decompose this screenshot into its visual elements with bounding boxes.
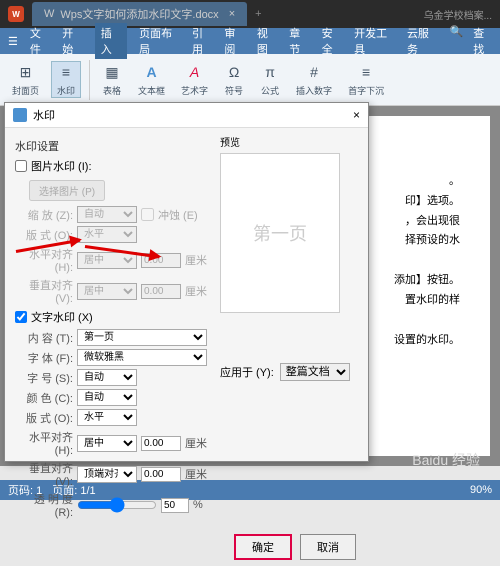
valign-select: 居中 (77, 283, 137, 300)
valign-offset (141, 284, 181, 299)
word-icon: W (44, 8, 54, 20)
color-select[interactable]: 自动 (77, 389, 137, 406)
menubar: ☰ 文件 开始 插入 页面布局 引用 审阅 视图 章节 安全 开发工具 云服务 … (0, 28, 500, 54)
layout-select: 水平 (77, 226, 137, 243)
tool-symbol[interactable]: Ω符号 (220, 62, 248, 97)
number-icon: # (304, 62, 324, 82)
apply-select[interactable]: 整篇文档 (280, 363, 350, 381)
tool-number[interactable]: #插入数字 (292, 62, 336, 97)
tool-watermark[interactable]: ≡水印 (51, 61, 81, 98)
pic-watermark-checkbox[interactable] (15, 160, 27, 172)
preview-watermark: 第一页 (253, 220, 307, 246)
watermark-icon: ≡ (56, 62, 76, 82)
section-title: 水印设置 (15, 138, 210, 154)
search-label[interactable]: 查找 (473, 25, 492, 57)
font-select[interactable]: 微软雅黑 (77, 349, 207, 366)
select-pic-button: 选择图片 (P) (29, 180, 105, 201)
cancel-button[interactable]: 取消 (300, 534, 356, 560)
halign2-offset[interactable] (141, 436, 181, 451)
preview-label: 预览 (220, 134, 358, 149)
dropcap-icon: ≡ (356, 62, 376, 82)
tool-textbox[interactable]: A文本框 (134, 62, 169, 97)
dialog-titlebar: 水印 × (5, 103, 368, 128)
symbol-icon: Ω (224, 62, 244, 82)
washout-checkbox (141, 208, 154, 221)
menu-insert[interactable]: 插入 (95, 23, 127, 59)
ribbon-toolbar: ⊞封面页 ≡水印 ▦表格 A文本框 A艺术字 Ω符号 π公式 #插入数字 ≡首字… (0, 54, 500, 106)
menu-security[interactable]: 安全 (322, 25, 342, 57)
document-tab[interactable]: W Wps文字如何添加水印文字.docx × (32, 2, 247, 26)
tab-label: Wps文字如何添加水印文字.docx (60, 6, 218, 22)
preview-box: 第一页 (220, 153, 340, 313)
valign2-select[interactable]: 顶端对齐 (77, 466, 137, 483)
menu-section[interactable]: 章节 (289, 25, 309, 57)
layout2-select[interactable]: 水平 (77, 409, 137, 426)
textbox-icon: A (142, 62, 162, 82)
zoom-select: 自动 (77, 206, 137, 223)
baidu-badge: Baidu 经验 (412, 450, 480, 470)
zoom-level: 90% (470, 484, 492, 496)
menu-review[interactable]: 审阅 (224, 25, 244, 57)
menu-cloud[interactable]: 云服务 (407, 25, 438, 57)
valign2-offset[interactable] (141, 467, 181, 482)
wps-logo: W (8, 6, 24, 22)
menu-dev[interactable]: 开发工具 (354, 25, 395, 57)
formula-icon: π (260, 62, 280, 82)
new-tab-button[interactable]: + (255, 8, 261, 20)
watermark-dialog: 水印 × 水印设置 图片水印 (I): 选择图片 (P) 缩 放 (Z):自动冲… (4, 102, 369, 462)
menu-view[interactable]: 视图 (257, 25, 277, 57)
tool-dropcap[interactable]: ≡首字下沉 (344, 62, 388, 97)
titlebar-right: 乌金学校档案... (424, 7, 492, 22)
ok-button[interactable]: 确定 (234, 534, 292, 560)
size-select[interactable]: 自动 (77, 369, 137, 386)
transparency-slider[interactable] (77, 497, 157, 513)
titlebar: W W Wps文字如何添加水印文字.docx × + 乌金学校档案... (0, 0, 500, 28)
menu-start[interactable]: 开始 (62, 25, 82, 57)
close-tab-icon[interactable]: × (229, 8, 235, 20)
halign2-select[interactable]: 居中 (77, 435, 137, 452)
tool-formula[interactable]: π公式 (256, 62, 284, 97)
search-icon[interactable]: 🔍 (450, 25, 464, 57)
hamburger-icon[interactable]: ☰ (8, 35, 18, 48)
table-icon: ▦ (102, 62, 122, 82)
cover-icon: ⊞ (16, 62, 36, 82)
file-menu[interactable]: 文件 (30, 25, 50, 57)
dialog-icon (13, 108, 27, 122)
text-watermark-checkbox[interactable] (15, 311, 27, 323)
tool-table[interactable]: ▦表格 (98, 62, 126, 97)
tool-cover[interactable]: ⊞封面页 (8, 62, 43, 97)
wordart-icon: A (185, 62, 205, 82)
tool-wordart[interactable]: A艺术字 (177, 62, 212, 97)
dialog-close-icon[interactable]: × (353, 108, 360, 122)
menu-layout[interactable]: 页面布局 (139, 25, 180, 57)
menu-ref[interactable]: 引用 (192, 25, 212, 57)
dialog-title: 水印 (33, 107, 55, 123)
content-select[interactable]: 第一页 (77, 329, 207, 346)
